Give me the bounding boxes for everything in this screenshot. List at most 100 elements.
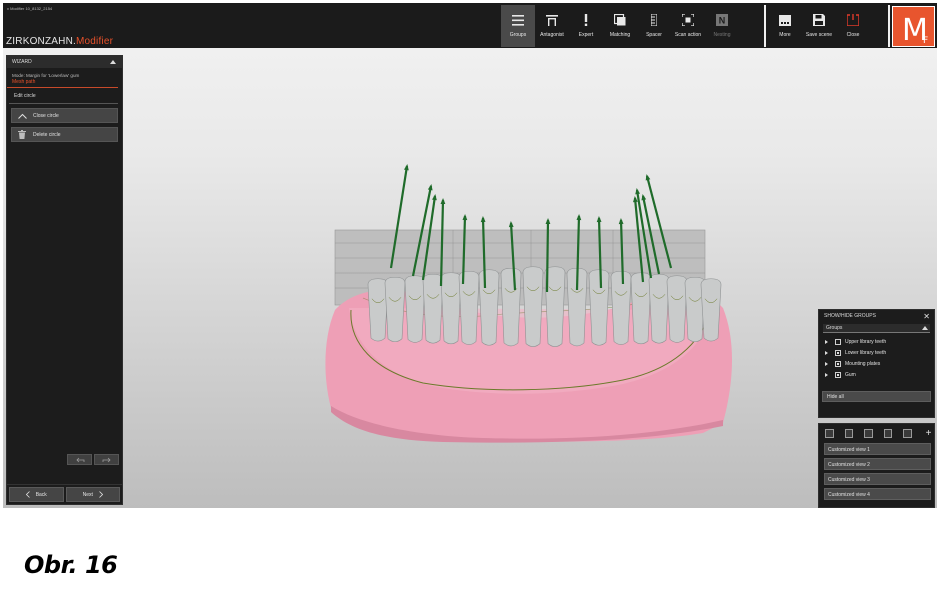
view-front-icon[interactable] xyxy=(844,429,854,438)
group-label: Lower library teeth xyxy=(845,350,887,356)
visibility-checkbox[interactable] xyxy=(835,372,841,378)
spacer-label: Spacer xyxy=(646,32,662,38)
app-window: v Modifier 10_8132_2154 ZIRKONZAHN.Modif… xyxy=(3,3,937,508)
close-icon[interactable]: ✕ xyxy=(923,311,930,323)
close-label: Close xyxy=(846,32,860,38)
3d-viewport[interactable] xyxy=(123,48,818,508)
customized-view-4-button[interactable]: Customized view 4 xyxy=(824,488,931,500)
arrow-head xyxy=(641,194,647,201)
groups-subheader-label: Groups xyxy=(826,325,843,331)
groups-button[interactable]: Groups xyxy=(501,5,535,47)
matching-icon xyxy=(613,13,627,27)
view-icons-row: + xyxy=(819,424,934,440)
undo-button[interactable] xyxy=(67,454,92,465)
expert-button[interactable]: Expert xyxy=(569,5,603,47)
group-row-mounting-plates[interactable]: Mounting plates xyxy=(819,359,934,369)
delete-circle-button[interactable]: Delete circle xyxy=(11,127,118,142)
tooth xyxy=(404,275,426,343)
collapse-icon xyxy=(922,326,928,330)
more-button[interactable]: More xyxy=(768,5,802,47)
nesting-label: Nesting xyxy=(713,32,731,38)
brand-name: ZIRKONZAHN. xyxy=(6,36,76,47)
arrow-head xyxy=(462,214,468,221)
arrow-head xyxy=(596,216,602,223)
save-scene-label: Save scene xyxy=(805,32,833,38)
tooth xyxy=(500,267,522,347)
scan-icon xyxy=(681,13,695,27)
expand-arrow-icon[interactable] xyxy=(825,340,828,344)
trash-icon xyxy=(17,130,27,140)
brand-product: Modifier xyxy=(75,36,114,47)
visibility-checkbox[interactable] xyxy=(835,350,841,356)
right-tools: More Save scene Close xyxy=(768,5,870,47)
figure-caption: Obr. 16 xyxy=(24,551,118,579)
brand-logo: ZIRKONZAHN.Modifier xyxy=(6,36,113,47)
redo-icon xyxy=(102,457,111,462)
close-button[interactable]: Close xyxy=(836,5,870,47)
groups-label: Groups xyxy=(509,32,527,38)
wizard-section: Edit circle xyxy=(9,88,118,104)
antagonist-label: Antagonist xyxy=(540,32,564,38)
arrow-head xyxy=(635,188,640,195)
insertion-arrow xyxy=(545,219,550,293)
group-row-upper-library-teeth[interactable]: Upper library teeth xyxy=(819,337,934,347)
scan-action-label: Scan action xyxy=(674,32,702,38)
groups-subheader[interactable]: Groups xyxy=(823,324,930,333)
arrow-head xyxy=(404,164,409,171)
groups-panel-header: SHOW/HIDE GROUPS ✕ xyxy=(819,310,934,322)
spacer-button[interactable]: Spacer xyxy=(637,5,671,47)
menu-icon xyxy=(511,13,525,27)
chevron-right-icon xyxy=(99,491,103,498)
tooth xyxy=(588,269,610,346)
close-app-icon xyxy=(846,13,860,27)
collapse-icon xyxy=(110,60,116,64)
close-circle-button[interactable]: Close circle xyxy=(11,108,118,123)
wizard-header[interactable]: WIZARD xyxy=(7,56,122,68)
tooth xyxy=(522,266,544,347)
save-icon xyxy=(812,13,826,27)
nesting-button[interactable]: N Nesting xyxy=(705,5,739,47)
tooth xyxy=(478,269,500,346)
expand-arrow-icon[interactable] xyxy=(825,362,828,366)
visibility-checkbox[interactable] xyxy=(835,339,841,345)
group-row-gum[interactable]: Gum xyxy=(819,370,934,380)
customized-view-3-button[interactable]: Customized view 3 xyxy=(824,473,931,485)
back-button[interactable]: Back xyxy=(9,487,64,502)
view-right-icon[interactable] xyxy=(903,429,912,438)
build-version: v Modifier 10_8132_2154 xyxy=(7,6,53,11)
groups-panel-title: SHOW/HIDE GROUPS xyxy=(824,313,876,319)
matching-button[interactable]: Matching xyxy=(603,5,637,47)
chevron-up-icon xyxy=(17,111,27,121)
group-row-lower-library-teeth[interactable]: Lower library teeth xyxy=(819,348,934,358)
view-top-icon[interactable] xyxy=(864,429,873,438)
group-label: Mounting plates xyxy=(845,361,881,367)
redo-button[interactable] xyxy=(94,454,119,465)
scan-action-button[interactable]: Scan action xyxy=(671,5,705,47)
arrow-head xyxy=(645,174,651,181)
tooth xyxy=(630,272,652,345)
wizard-footer: Back Next xyxy=(7,484,122,504)
arrow-head xyxy=(432,194,437,201)
view-back-icon[interactable] xyxy=(883,429,893,438)
add-view-icon[interactable]: + xyxy=(926,429,934,439)
customized-view-1-button[interactable]: Customized view 1 xyxy=(824,443,931,455)
tooth xyxy=(384,276,406,343)
expand-arrow-icon[interactable] xyxy=(825,351,828,355)
hide-all-button[interactable]: Hide all xyxy=(822,391,931,402)
svg-text:N: N xyxy=(719,16,726,26)
arrow-head xyxy=(480,216,486,223)
wizard-step: Mesh path xyxy=(7,78,118,88)
antagonist-button[interactable]: Antagonist xyxy=(535,5,569,47)
group-label: Gum xyxy=(845,372,856,378)
show-hide-groups-panel: SHOW/HIDE GROUPS ✕ Groups Upper library … xyxy=(818,309,935,418)
customized-view-2-button[interactable]: Customized view 2 xyxy=(824,458,931,470)
spacer-icon xyxy=(647,13,661,27)
main-tools: Groups Antagonist Expert Matching Spacer… xyxy=(501,5,739,47)
next-button[interactable]: Next xyxy=(65,487,120,502)
arrow-head xyxy=(576,214,582,221)
expand-arrow-icon[interactable] xyxy=(825,373,828,377)
view-left-icon[interactable] xyxy=(825,429,834,438)
more-label: More xyxy=(779,32,791,38)
visibility-checkbox[interactable] xyxy=(835,361,841,367)
save-scene-button[interactable]: Save scene xyxy=(802,5,836,47)
